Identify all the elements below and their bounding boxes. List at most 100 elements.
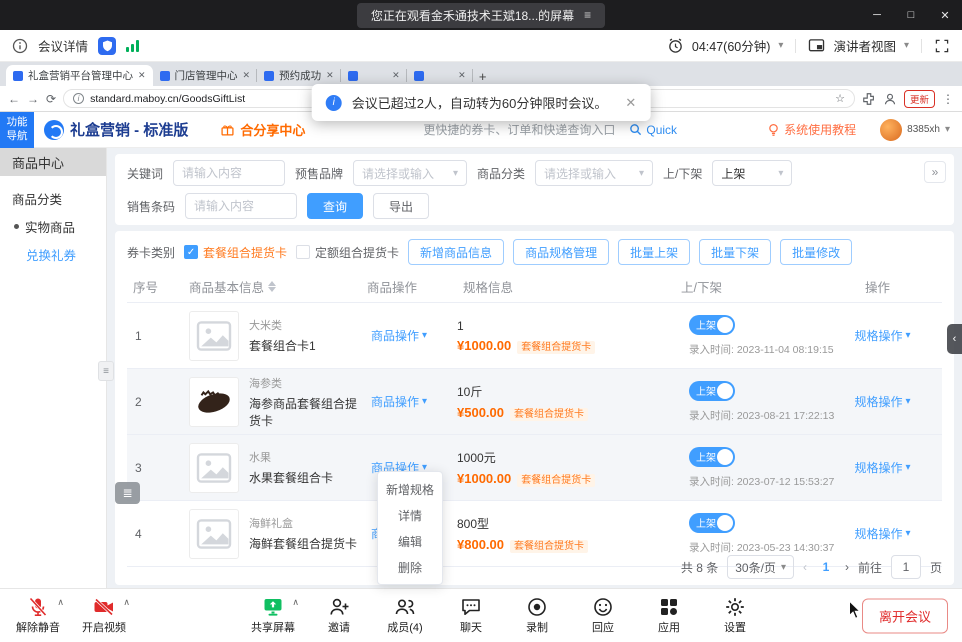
start-video-button[interactable]: 开启视频 ∧ xyxy=(78,596,130,635)
barcode-input[interactable] xyxy=(185,193,297,219)
browser-update-badge[interactable]: 更新 xyxy=(904,90,935,108)
quick-search-link[interactable]: Quick xyxy=(629,123,677,137)
browser-tab-store-admin[interactable]: 门店管理中心 ✕ xyxy=(153,65,258,86)
spec-manage-button[interactable]: 商品规格管理 xyxy=(513,239,609,265)
fullscreen-icon[interactable] xyxy=(934,38,950,54)
sidebar-header-product-center[interactable]: 商品中心 xyxy=(0,148,106,176)
apps-button[interactable]: 应用 xyxy=(643,596,695,635)
back-icon[interactable]: ← xyxy=(8,92,20,106)
menu-item-delete[interactable]: 删除 xyxy=(378,554,442,580)
shelf-toggle[interactable]: 上架 xyxy=(689,381,735,401)
sidebar-item-physical-goods[interactable]: 实物商品 xyxy=(0,212,106,240)
menu-item-edit[interactable]: 编辑 xyxy=(378,528,442,554)
menu-item-add-spec[interactable]: 新增规格 xyxy=(378,476,442,502)
checkbox-package-card[interactable]: ✓ 套餐组合提货卡 xyxy=(184,244,287,261)
menu-item-details[interactable]: 详情 xyxy=(378,502,442,528)
extensions-icon[interactable] xyxy=(862,92,876,106)
browser-menu-icon[interactable]: ⋮ xyxy=(942,92,954,106)
invite-button[interactable]: 邀请 xyxy=(313,596,365,635)
share-screen-button[interactable]: 共享屏幕 ∧ xyxy=(247,596,299,635)
site-info-icon[interactable]: i xyxy=(73,93,84,104)
reload-icon[interactable]: ⟳ xyxy=(46,92,56,106)
prev-page-icon[interactable]: ‹ xyxy=(803,560,807,574)
new-tab-button[interactable]: + xyxy=(473,66,493,86)
expand-panel-button[interactable]: » xyxy=(924,161,946,183)
browser-tab-partial[interactable]: ✕ xyxy=(407,65,473,86)
checkbox-checked-icon[interactable]: ✓ xyxy=(184,245,198,259)
logo-icon xyxy=(44,120,64,140)
col-product-info[interactable]: 商品基本信息 xyxy=(183,277,361,296)
network-signal-icon[interactable] xyxy=(126,40,139,52)
bookmark-star-icon[interactable]: ☆ xyxy=(835,92,845,105)
profile-icon[interactable] xyxy=(883,92,897,106)
shelf-toggle[interactable]: 上架 xyxy=(689,513,735,533)
shelf-toggle[interactable]: 上架 xyxy=(689,315,735,335)
view-mode-label[interactable]: 演讲者视图 xyxy=(833,36,896,55)
meeting-details-label[interactable]: 会议详情 xyxy=(38,36,88,55)
tab-close-icon[interactable]: ✕ xyxy=(326,70,334,81)
tab-close-icon[interactable]: ✕ xyxy=(243,70,251,81)
minimize-button[interactable]: ─ xyxy=(860,0,894,30)
browser-tab-partial[interactable]: ✕ xyxy=(341,65,407,86)
sidebar-item-gift-voucher[interactable]: 兑换礼券 xyxy=(0,240,106,268)
toast-close-icon[interactable]: ✕ xyxy=(625,95,636,111)
shelf-select[interactable]: 上架 ▾ xyxy=(712,160,792,186)
product-action-link[interactable]: 商品操作 ▾ xyxy=(361,327,457,344)
browser-tab-booking[interactable]: 预约成功 ✕ xyxy=(257,65,341,86)
right-panel-handle[interactable]: ‹ xyxy=(947,324,962,354)
record-button[interactable]: 录制 xyxy=(511,596,563,635)
tutorial-link[interactable]: 系统使用教程 xyxy=(767,121,856,138)
export-button[interactable]: 导出 xyxy=(373,193,429,219)
forward-icon[interactable]: → xyxy=(27,92,39,106)
page-size-select[interactable]: 30条/页 ▾ xyxy=(727,555,794,579)
chevron-up-icon[interactable]: ∧ xyxy=(292,597,299,608)
security-shield-icon[interactable] xyxy=(98,37,116,55)
banner-menu-icon[interactable]: ≡ xyxy=(584,8,591,22)
settings-button[interactable]: 设置 xyxy=(709,596,761,635)
user-menu[interactable]: 8385xh ▾ xyxy=(880,119,950,141)
page-number[interactable]: 1 xyxy=(816,560,836,574)
next-page-icon[interactable]: › xyxy=(845,560,849,574)
search-button[interactable]: 查询 xyxy=(307,193,363,219)
function-nav-button[interactable]: 功能 导航 xyxy=(0,112,34,148)
leave-meeting-button[interactable]: 离开会议 xyxy=(862,598,948,633)
tab-close-icon[interactable]: ✕ xyxy=(458,70,466,81)
sidebar-collapse-handle[interactable]: ≡ xyxy=(98,361,114,381)
add-product-button[interactable]: 新增商品信息 xyxy=(408,239,504,265)
close-button[interactable]: ✕ xyxy=(928,0,962,30)
spec-action-link[interactable]: 规格操作 ▾ xyxy=(844,393,910,410)
maximize-button[interactable]: □ xyxy=(894,0,928,30)
batch-edit-button[interactable]: 批量修改 xyxy=(780,239,852,265)
watching-banner[interactable]: 您正在观看金禾通技术王斌18...的屏幕 ≡ xyxy=(357,3,605,28)
keyword-input[interactable] xyxy=(173,160,285,186)
batch-off-shelf-button[interactable]: 批量下架 xyxy=(699,239,771,265)
batch-on-shelf-button[interactable]: 批量上架 xyxy=(618,239,690,265)
chevron-up-icon[interactable]: ∧ xyxy=(123,597,130,608)
brand-select[interactable]: 请选择或输入 ▾ xyxy=(353,160,467,186)
spec-action-link[interactable]: 规格操作 ▾ xyxy=(844,459,910,476)
reaction-button[interactable]: 回应 xyxy=(577,596,629,635)
tab-close-icon[interactable]: ✕ xyxy=(392,70,400,81)
product-action-link[interactable]: 商品操作 ▾ xyxy=(361,393,457,410)
floating-list-button[interactable]: ≣ xyxy=(115,482,140,504)
checkbox-fixed-card[interactable]: 定额组合提货卡 xyxy=(296,244,399,261)
shelf-toggle[interactable]: 上架 xyxy=(689,447,735,467)
category-select[interactable]: 请选择或输入 ▾ xyxy=(535,160,653,186)
sort-icon[interactable] xyxy=(268,281,276,292)
spec-action-link[interactable]: 规格操作 ▾ xyxy=(844,327,910,344)
goto-page-input[interactable] xyxy=(891,555,921,579)
checkbox-unchecked-icon[interactable] xyxy=(296,245,310,259)
view-caret-icon[interactable]: ▾ xyxy=(904,40,909,51)
chat-button[interactable]: 聊天 xyxy=(445,596,497,635)
app-logo[interactable]: 礼盒营销 - 标准版 xyxy=(44,119,188,140)
share-center-label: 合分享中心 xyxy=(240,120,305,139)
members-button[interactable]: 成员(4) xyxy=(379,596,431,635)
timer-caret-icon[interactable]: ▾ xyxy=(778,40,783,51)
share-center-link[interactable]: 合分享中心 xyxy=(220,120,305,139)
unmute-button[interactable]: 解除静音 ∧ xyxy=(12,596,64,635)
browser-tab-gift-admin[interactable]: 礼盒营销平台管理中心 ✕ xyxy=(6,65,153,86)
spec-action-link[interactable]: 规格操作 ▾ xyxy=(844,525,910,542)
chevron-up-icon[interactable]: ∧ xyxy=(57,597,64,608)
sidebar-item-product-category[interactable]: 商品分类 xyxy=(0,184,106,212)
tab-close-icon[interactable]: ✕ xyxy=(138,70,146,81)
